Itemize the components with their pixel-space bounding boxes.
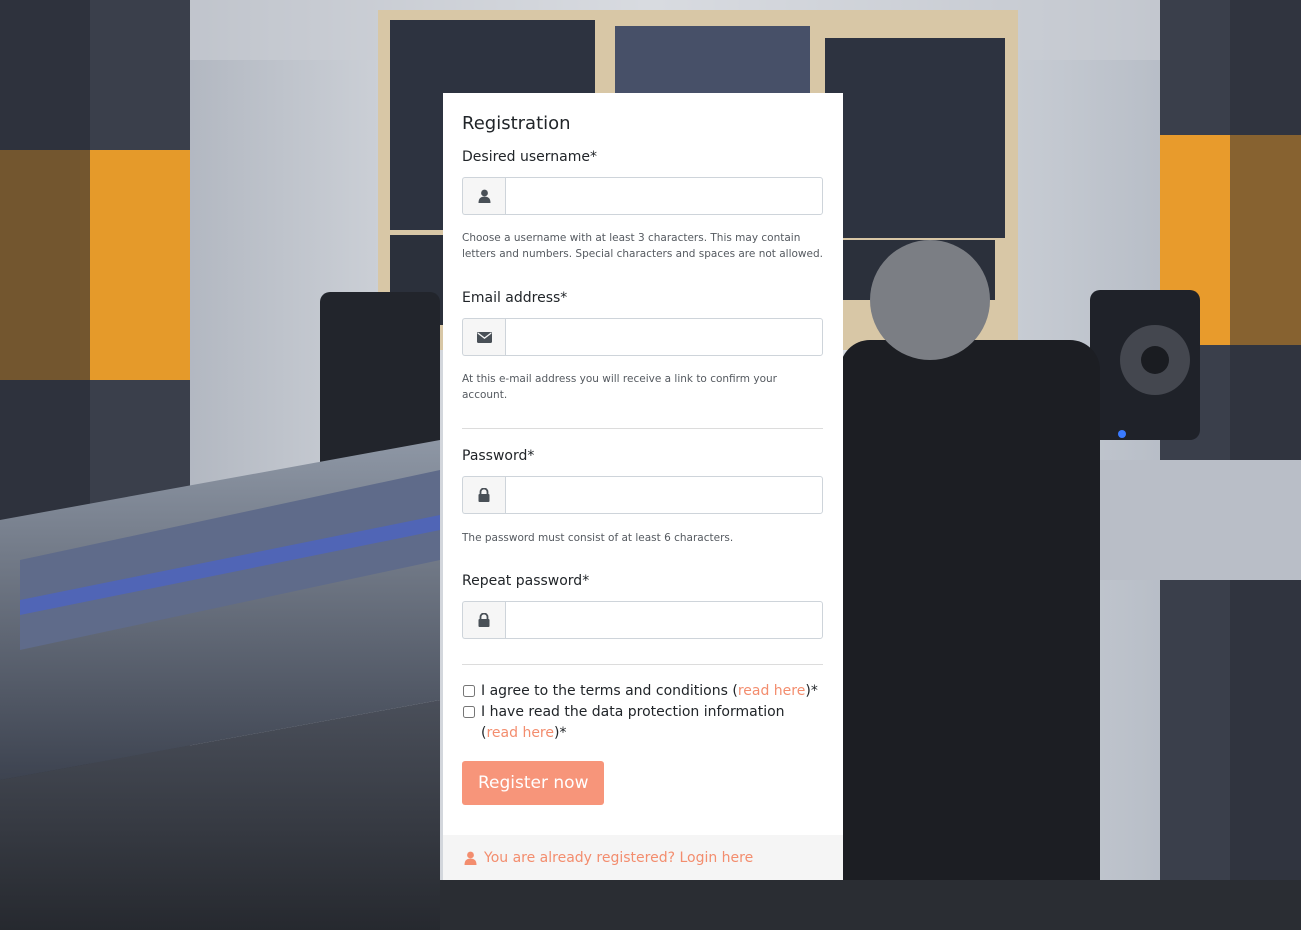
password-label: Password* [462, 448, 535, 464]
password-input[interactable] [505, 476, 823, 514]
email-label: Email address* [462, 290, 568, 306]
terms-label: I agree to the terms and conditions (rea… [481, 681, 818, 702]
password-help-text: The password must consist of at least 6 … [462, 532, 734, 544]
username-input[interactable] [505, 177, 823, 215]
user-icon [462, 177, 505, 215]
card-footer: You are already registered? Login here [443, 835, 843, 880]
email-input[interactable] [505, 318, 823, 356]
terms-checkbox[interactable] [463, 685, 475, 697]
privacy-required-mark: )* [554, 725, 567, 741]
username-help-text: Choose a username with at least 3 charac… [462, 232, 823, 260]
user-icon [464, 851, 477, 865]
email-input-group [462, 318, 823, 356]
privacy-read-here-link[interactable]: read here [486, 725, 554, 741]
terms-read-here-link[interactable]: read here [738, 683, 806, 699]
privacy-label: I have read the data protection informat… [481, 702, 801, 744]
register-button[interactable]: Register now [462, 761, 605, 805]
login-link[interactable]: You are already registered? Login here [464, 850, 753, 866]
envelope-icon [462, 318, 505, 356]
terms-text: I agree to the terms and conditions ( [481, 683, 738, 699]
page-title: Registration [462, 113, 571, 134]
privacy-checkbox[interactable] [463, 706, 475, 718]
privacy-row: I have read the data protection informat… [462, 702, 823, 744]
registration-card: Registration Desired username* Choose a … [443, 93, 843, 880]
login-link-text: You are already registered? Login here [484, 849, 754, 866]
lock-icon [462, 476, 505, 514]
repeat-password-input[interactable] [505, 601, 823, 639]
email-help-text: At this e-mail address you will receive … [462, 373, 777, 401]
repeat-password-label: Repeat password* [462, 573, 590, 589]
password-input-group [462, 476, 823, 514]
username-input-group [462, 177, 823, 215]
terms-required-mark: )* [805, 683, 818, 699]
username-label: Desired username* [462, 149, 597, 165]
terms-row: I agree to the terms and conditions (rea… [462, 681, 823, 702]
divider [462, 664, 823, 665]
repeat-password-input-group [462, 601, 823, 639]
lock-icon [462, 601, 505, 639]
divider [462, 428, 823, 429]
